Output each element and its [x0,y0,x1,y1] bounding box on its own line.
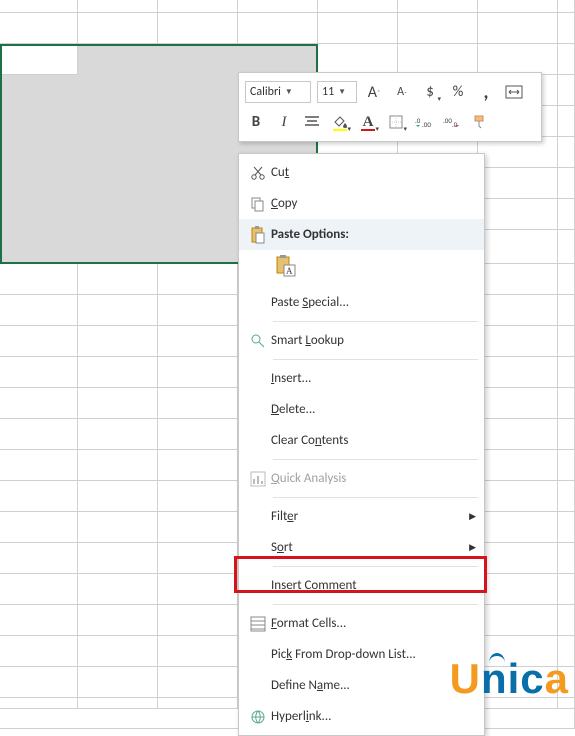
separator [273,359,478,360]
menu-insert-comment[interactable]: Insert Comment [239,570,484,601]
center-align-button[interactable] [301,111,323,133]
logo-letter: U [450,655,481,702]
font-color-button[interactable]: A ▾ [357,111,379,133]
menu-pick-dropdown[interactable]: Pick From Drop-down List... [239,639,484,670]
menu-quick-analysis: Quick Analysis [239,463,484,494]
separator [273,321,478,322]
font-name-select[interactable]: Calibri ▼ [245,81,311,103]
menu-label: Paste Options: [271,227,476,242]
borders-button[interactable]: ▾ [385,111,407,133]
font-size-select[interactable]: 11 ▼ [317,81,357,103]
menu-label: Cut [271,165,476,180]
menu-label: Quick Analysis [271,471,476,486]
menu-smart-lookup[interactable]: Smart Lookup [239,325,484,356]
copy-icon [245,196,271,212]
menu-paste-options[interactable]: Paste Options: [239,219,484,250]
scissors-icon [245,165,271,181]
paste-options-row: A [239,250,484,287]
fill-color-button[interactable]: ▾ [329,111,351,133]
submenu-arrow-icon: ▶ [469,511,476,522]
menu-clear-contents[interactable]: Clear Contents [239,425,484,456]
menu-copy[interactable]: Copy [239,188,484,219]
menu-hyperlink[interactable]: Hyperlink... [239,701,484,732]
menu-label: Define Name... [271,678,476,693]
chevron-down-icon: ▼ [285,87,293,97]
format-painter-button[interactable] [469,111,491,133]
menu-delete[interactable]: Delete... [239,394,484,425]
bold-button[interactable]: B [245,111,267,133]
italic-button[interactable]: I [273,111,295,133]
svg-text:.00: .00 [422,120,431,129]
hyperlink-icon [245,709,271,725]
format-cells-icon [245,616,271,632]
menu-label: Delete... [271,402,476,417]
menu-label: Copy [271,196,476,211]
search-icon [245,333,271,349]
chevron-down-icon: ▼ [338,87,346,97]
context-menu: Cut Copy Paste Options: A Paste Special.… [238,153,485,736]
mini-toolbar: Calibri ▼ 11 ▼ Aˆ Aˇ $▾ % , B I [238,72,542,142]
menu-label: Hyperlink... [271,709,476,724]
menu-paste-special[interactable]: Paste Special... [239,287,484,318]
separator [273,459,478,460]
menu-label: Filter [271,509,469,524]
merge-center-button[interactable] [503,81,525,103]
menu-label: Insert Comment [271,578,476,593]
menu-label: Format Cells... [271,616,476,631]
increase-font-button[interactable]: Aˆ [363,81,385,103]
quick-analysis-icon [245,471,271,487]
paste-keep-source-button[interactable]: A [273,252,299,280]
menu-label: Paste Special... [271,295,476,310]
menu-format-cells[interactable]: Format Cells... [239,608,484,639]
separator [273,497,478,498]
separator [273,566,478,567]
svg-text:.0: .0 [452,120,458,129]
menu-insert[interactable]: Insert... [239,363,484,394]
decrease-decimal-button[interactable]: .00.0 [441,111,463,133]
menu-cut[interactable]: Cut [239,157,484,188]
menu-define-name[interactable]: Define Name... [239,670,484,701]
percent-format-button[interactable]: % [447,81,469,103]
menu-label: Smart Lookup [271,333,476,348]
svg-text:.00: .00 [443,116,452,125]
accounting-format-button[interactable]: $▾ [419,81,441,103]
watermark-logo: Unica [450,655,569,703]
clipboard-icon [245,226,271,244]
separator [273,604,478,605]
menu-sort[interactable]: Sort ▶ [239,532,484,563]
logo-letter: a [545,655,569,702]
font-name-value: Calibri [250,85,281,99]
menu-label: Insert... [271,371,476,386]
menu-label: Pick From Drop-down List... [271,647,476,662]
submenu-arrow-icon: ▶ [469,542,476,553]
decrease-font-button[interactable]: Aˇ [391,81,413,103]
svg-text:.0: .0 [415,116,421,125]
font-size-value: 11 [322,85,334,99]
comma-format-button[interactable]: , [475,81,497,103]
menu-label: Clear Contents [271,433,476,448]
menu-label: Sort [271,540,469,555]
svg-text:A: A [286,266,293,276]
menu-filter[interactable]: Filter ▶ [239,501,484,532]
increase-decimal-button[interactable]: .0.00 [413,111,435,133]
